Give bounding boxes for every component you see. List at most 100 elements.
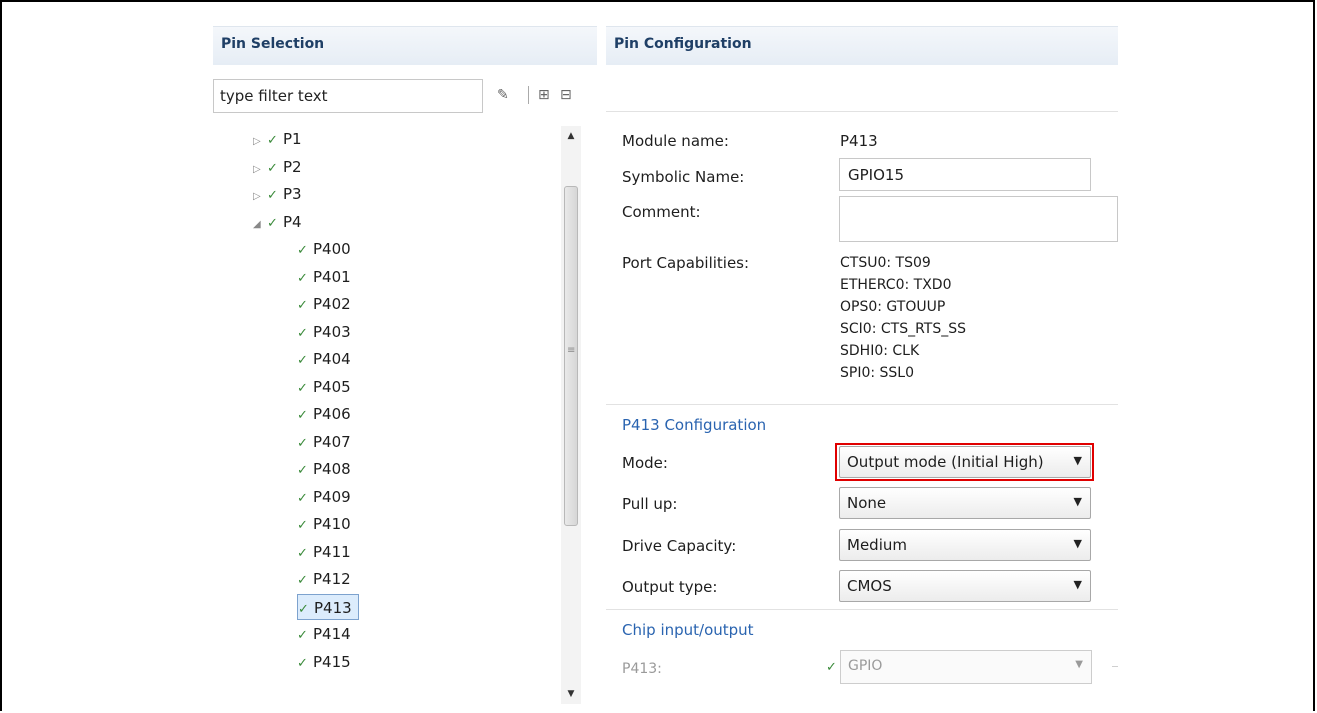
divider — [606, 111, 1118, 112]
divider — [606, 404, 1118, 405]
tree-item-p405[interactable]: ✓ P405 — [297, 374, 351, 400]
tree-item-label: P1 — [283, 130, 302, 148]
module-name-value: P413 — [840, 132, 878, 150]
collapse-all-icon[interactable]: ⊟ — [560, 87, 572, 103]
tree-item-label: P405 — [313, 378, 351, 396]
check-icon: ✓ — [298, 602, 309, 617]
symbolic-name-label: Symbolic Name: — [622, 168, 745, 186]
tree-item-p407[interactable]: ✓ P407 — [297, 429, 351, 455]
chip-io-select[interactable]: GPIO ▼ — [840, 650, 1092, 684]
tree-item-label: P409 — [313, 488, 351, 506]
tree-item-label: P412 — [313, 570, 351, 588]
highlight-box — [835, 443, 1094, 481]
tree-item-label: P408 — [313, 460, 351, 478]
tree-item-label: P403 — [313, 323, 351, 341]
symbolic-name-field[interactable] — [839, 158, 1091, 191]
check-icon: ✓ — [297, 656, 308, 671]
port-capability: CTSU0: TS09 — [840, 255, 931, 271]
tree-item-p402[interactable]: ✓ P402 — [297, 291, 351, 317]
pin-selection-title: Pin Selection — [221, 36, 325, 52]
pin-configuration-header: Pin Configuration — [606, 26, 1118, 65]
port-capability: SCI0: CTS_RTS_SS — [840, 321, 966, 337]
tree-item-p408[interactable]: ✓ P408 — [297, 456, 351, 482]
expand-arrow-icon[interactable]: ▷ — [253, 129, 267, 155]
tree-item-p4[interactable]: ◢ ✓ P4 — [253, 209, 302, 235]
scroll-down-arrow-icon[interactable]: ▼ — [561, 684, 581, 704]
tree-item-label: P413 — [314, 599, 352, 617]
tree-item-p3[interactable]: ▷ ✓ P3 — [253, 181, 302, 207]
tree-item-label: P401 — [313, 268, 351, 286]
check-icon: ✓ — [297, 408, 308, 423]
scroll-up-arrow-icon[interactable]: ▲ — [561, 126, 581, 146]
check-icon: ✓ — [297, 353, 308, 368]
chevron-down-icon: ▼ — [1075, 659, 1083, 670]
check-icon: ✓ — [297, 628, 308, 643]
tree-item-p413[interactable]: ✓ P413 — [297, 594, 359, 620]
check-icon: ✓ — [826, 660, 837, 675]
scroll-thumb[interactable]: ≡ — [564, 186, 578, 526]
mode-label: Mode: — [622, 454, 668, 472]
tree-item-p411[interactable]: ✓ P411 — [297, 539, 351, 565]
tree-item-p412[interactable]: ✓ P412 — [297, 566, 351, 592]
check-icon: ✓ — [297, 271, 308, 286]
pin-tree: ▷ ✓ P1 ▷ ✓ P2 ▷ ✓ P3 ◢ ✓ P4 ✓ P400 ✓ P401 ✓ P402 ✓ P403 ✓ P40… — [213, 126, 553, 706]
port-capabilities-label: Port Capabilities: — [622, 254, 750, 272]
check-icon: ✓ — [297, 243, 308, 258]
tree-item-label: P411 — [313, 543, 351, 561]
config-section-title: P413 Configuration — [622, 416, 767, 434]
tree-item-label: P4 — [283, 213, 302, 231]
chevron-down-icon: ▼ — [1073, 537, 1082, 550]
tree-item-p410[interactable]: ✓ P410 — [297, 511, 351, 537]
screenshot-frame — [0, 0, 1315, 711]
check-icon: ✓ — [297, 381, 308, 396]
tree-item-p1[interactable]: ▷ ✓ P1 — [253, 126, 302, 152]
clear-filter-icon[interactable]: ✎ — [497, 87, 509, 103]
tree-item-label: P3 — [283, 185, 302, 203]
check-icon: ✓ — [267, 216, 278, 231]
check-icon: ✓ — [297, 491, 308, 506]
toolbar-separator — [528, 86, 529, 104]
check-icon: ✓ — [267, 133, 278, 148]
tree-item-p409[interactable]: ✓ P409 — [297, 484, 351, 510]
output-type-label: Output type: — [622, 578, 718, 596]
comment-label: Comment: — [622, 203, 701, 221]
check-icon: ✓ — [297, 326, 308, 341]
drive-capacity-select-value: Medium — [847, 536, 907, 554]
collapse-arrow-icon[interactable]: ◢ — [253, 212, 267, 238]
tree-item-label: P410 — [313, 515, 351, 533]
output-type-select-value: CMOS — [847, 577, 892, 595]
check-icon: ✓ — [267, 161, 278, 176]
output-type-select[interactable]: CMOS ▼ — [839, 570, 1091, 602]
tree-item-label: P407 — [313, 433, 351, 451]
tree-item-label: P414 — [313, 625, 351, 643]
scroll-grip-icon: ≡ — [567, 345, 576, 356]
tree-item-p414[interactable]: ✓ P414 — [297, 621, 351, 647]
tree-item-p415[interactable]: ✓ P415 — [297, 649, 351, 675]
tree-item-p404[interactable]: ✓ P404 — [297, 346, 351, 372]
pin-selection-header: Pin Selection — [213, 26, 597, 65]
drive-capacity-select[interactable]: Medium ▼ — [839, 529, 1091, 561]
tree-item-p2[interactable]: ▷ ✓ P2 — [253, 154, 302, 180]
tree-item-label: P402 — [313, 295, 351, 313]
filter-input[interactable] — [213, 79, 483, 113]
check-icon: ✓ — [297, 298, 308, 313]
expand-arrow-icon[interactable]: ▷ — [253, 184, 267, 210]
tree-scrollbar[interactable]: ▲ ≡ ▼ — [561, 126, 581, 704]
chip-io-section-title: Chip input/output — [622, 621, 754, 639]
module-name-label: Module name: — [622, 132, 729, 150]
port-capability: ETHERC0: TXD0 — [840, 277, 952, 293]
tree-item-p406[interactable]: ✓ P406 — [297, 401, 351, 427]
tree-item-p403[interactable]: ✓ P403 — [297, 319, 351, 345]
pull-up-select[interactable]: None ▼ — [839, 487, 1091, 519]
expand-all-icon[interactable]: ⊞ — [538, 87, 550, 103]
expand-arrow-icon[interactable]: ▷ — [253, 157, 267, 183]
check-icon: ✓ — [297, 573, 308, 588]
pull-up-label: Pull up: — [622, 495, 678, 513]
tree-item-p400[interactable]: ✓ P400 — [297, 236, 351, 262]
chevron-down-icon: ▼ — [1073, 495, 1082, 508]
tree-item-p401[interactable]: ✓ P401 — [297, 264, 351, 290]
comment-field[interactable] — [839, 196, 1118, 242]
check-icon: ✓ — [297, 546, 308, 561]
check-icon: ✓ — [297, 518, 308, 533]
chip-io-pin-label: P413: — [622, 661, 662, 677]
